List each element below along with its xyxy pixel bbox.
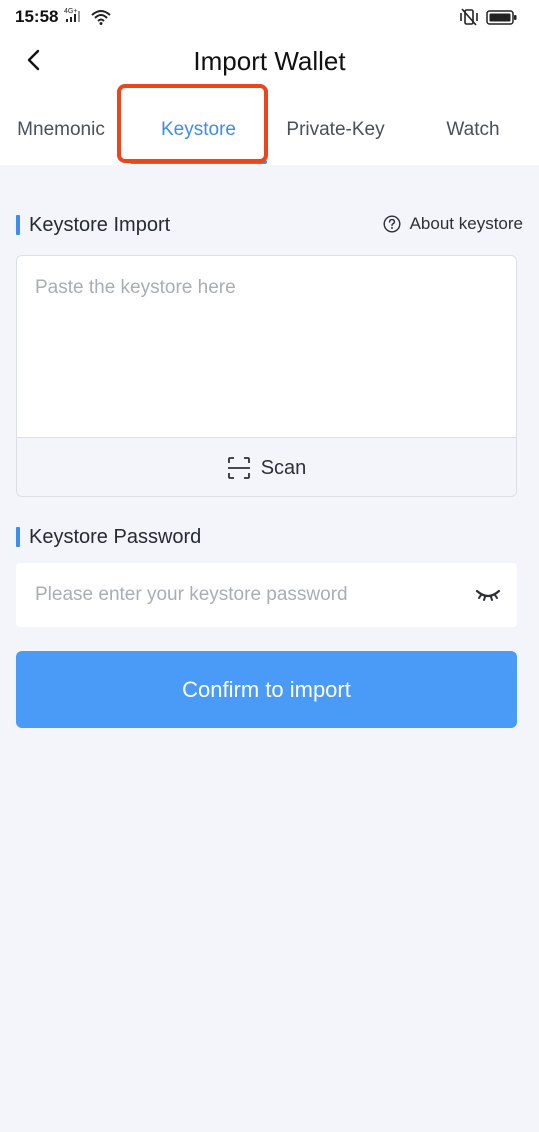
status-time: 15:58 <box>15 7 59 26</box>
confirm-import-button[interactable]: Confirm to import <box>16 651 517 728</box>
keystore-password-title: Keystore Password <box>29 526 202 548</box>
section-accent-bar <box>16 527 20 547</box>
about-keystore-link[interactable]: About keystore <box>383 214 523 234</box>
import-tabs: Mnemonic Keystore Private-Key Watch <box>0 108 539 165</box>
vibrate-off-icon <box>460 8 478 26</box>
eye-closed-icon <box>475 589 501 601</box>
keystore-password-input[interactable] <box>16 563 456 627</box>
tab-private-key[interactable]: Private-Key <box>280 118 391 142</box>
scan-button[interactable]: Scan <box>17 437 516 496</box>
scan-frame-icon <box>227 457 250 479</box>
battery-icon <box>486 10 517 25</box>
question-circle-icon <box>383 215 401 233</box>
keystore-import-header: Keystore Import About keystore <box>16 212 523 238</box>
wifi-icon <box>91 10 111 25</box>
scan-label: Scan <box>260 456 307 479</box>
keystore-textarea[interactable] <box>17 256 516 437</box>
status-bar: 15:58 4G+ <box>0 0 539 34</box>
keystore-password-header: Keystore Password <box>16 524 523 550</box>
section-accent-bar <box>16 215 20 235</box>
keystore-import-title: Keystore Import <box>29 214 171 236</box>
password-field <box>16 563 517 627</box>
keystore-tab-highlight <box>117 84 268 163</box>
about-keystore-label: About keystore <box>409 214 523 233</box>
keystore-input-box: Scan <box>16 255 517 497</box>
tab-watch[interactable]: Watch <box>438 118 508 142</box>
header-area: 15:58 4G+ Import Wallet Mnemonic Keystor… <box>0 0 539 165</box>
tab-mnemonic[interactable]: Mnemonic <box>14 118 108 142</box>
network-type-label: 4G+ <box>64 8 77 15</box>
password-visibility-toggle[interactable] <box>473 583 503 607</box>
page-title: Import Wallet <box>193 46 346 76</box>
cellular-signal-icon: 4G+ <box>64 8 80 22</box>
